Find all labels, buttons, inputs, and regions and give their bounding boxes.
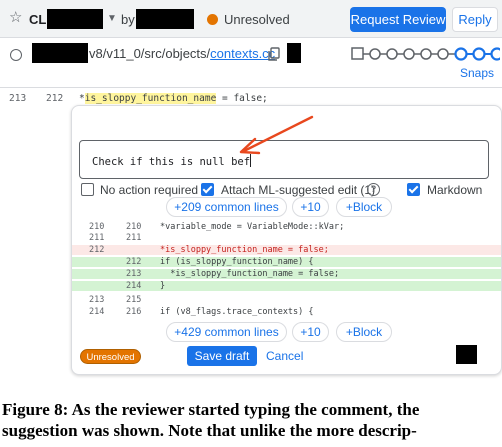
file-select-radio[interactable] [10, 49, 22, 61]
status-label: Unresolved [224, 12, 290, 27]
diff-text: } [160, 281, 166, 291]
file-path-prefix: v8/v11_0/src/objects/ [89, 46, 211, 61]
diff-line-right: 210 [126, 222, 142, 232]
cl-label: CL [29, 12, 47, 27]
no-action-checkbox[interactable] [81, 183, 94, 196]
save-draft-button[interactable]: Save draft [187, 346, 257, 366]
snaps-link[interactable]: Snaps [460, 66, 494, 80]
expand-common-lines-bottom[interactable]: +429 common lines [166, 322, 287, 342]
help-icon[interactable]: ? [367, 183, 380, 196]
markdown-label: Markdown [427, 183, 483, 197]
caption-line-1: Figure 8: As the reviewer started typing… [2, 400, 420, 419]
comment-textarea[interactable]: Check if this is null bef [79, 140, 489, 179]
diff-line-left: 214 [89, 307, 105, 317]
change-header: ☆ CL ▼ by Unresolved Request Review Repl… [0, 0, 502, 38]
diff-text: if (is_sloppy_function_name) { [160, 257, 314, 267]
copy-icon[interactable] [266, 46, 282, 62]
unresolved-badge[interactable]: Unresolved [80, 349, 141, 364]
expand-10-top[interactable]: +10 [292, 197, 329, 217]
diff-line-right: 215 [126, 295, 142, 305]
diff-line-right: 213 [126, 269, 142, 279]
file-path: v8/v11_0/src/objects/contexts.cc [89, 46, 275, 61]
diff-text: *is_sloppy_function_name = false; [160, 269, 340, 279]
patchset-selector[interactable] [350, 44, 500, 64]
redacted-owner [136, 9, 194, 29]
diff-row: 213 215 [72, 295, 501, 305]
cancel-button[interactable]: Cancel [266, 346, 306, 366]
diff-line-left: 210 [89, 222, 105, 232]
code-text: *is_sloppy_function_name = false; [79, 93, 268, 104]
diff-text: if (v8_flags.trace_contexts) { [160, 307, 314, 317]
diff-line-left: 211 [89, 233, 105, 243]
figure-caption: Figure 8: As the reviewer started typing… [2, 399, 500, 441]
expand-block-top[interactable]: +Block [336, 197, 392, 217]
redacted-path [32, 43, 88, 63]
expand-block-bottom[interactable]: +Block [336, 322, 392, 342]
reply-button[interactable]: Reply [452, 7, 498, 32]
diff-row: 210 210 *variable_mode = VariableMode::k… [72, 222, 501, 232]
diff-row-removed: 212 *is_sloppy_function_name = false; [72, 245, 501, 255]
diff-line-right: 216 [126, 307, 142, 317]
code-prefix: * [79, 93, 85, 104]
chevron-down-icon[interactable]: ▼ [107, 13, 117, 24]
redacted-avatar [456, 345, 477, 364]
diff-row-added: 214 } [72, 281, 501, 291]
diff-line-left: 213 [89, 295, 105, 305]
diff-text: *is_sloppy_function_name = false; [160, 245, 329, 255]
diff-line-right: 211 [126, 233, 142, 243]
request-review-button[interactable]: Request Review [350, 7, 446, 32]
caption-line-2: suggestion was shown. Note that unlike t… [2, 421, 417, 440]
redacted-item [287, 43, 301, 63]
diff-row: 211 211 [72, 233, 501, 243]
file-header: v8/v11_0/src/objects/contexts.cc Snaps [0, 38, 502, 88]
line-number-left: 213 [9, 93, 27, 104]
attach-suggestion-checkbox[interactable] [201, 183, 214, 196]
owner-by-label: by [121, 12, 135, 27]
comment-typed-text: Check if this is null bef [92, 154, 252, 168]
diff-line-right: 212 [126, 257, 142, 267]
no-action-label: No action required [100, 183, 199, 197]
code-suffix: = false; [216, 93, 268, 104]
diff-row-added: 212 if (is_sloppy_function_name) { [72, 257, 501, 267]
text-cursor [250, 154, 252, 167]
diff-row: 214 216 if (v8_flags.trace_contexts) { [72, 307, 501, 317]
code-highlight: is_sloppy_function_name [84, 93, 217, 104]
diff-line-right: 214 [126, 281, 142, 291]
redacted-cl-number [47, 9, 103, 29]
star-icon[interactable]: ☆ [9, 10, 22, 25]
line-number-right: 212 [46, 93, 64, 104]
diff-row-added: 213 *is_sloppy_function_name = false; [72, 269, 501, 279]
attach-suggestion-label: Attach ML-suggested edit (1) [221, 183, 376, 197]
diff-line-left: 212 [89, 245, 105, 255]
diff-text: *variable_mode = VariableMode::kVar; [160, 222, 345, 232]
markdown-checkbox[interactable] [407, 183, 420, 196]
expand-common-lines-top[interactable]: +209 common lines [166, 197, 287, 217]
unresolved-dot-icon [207, 14, 218, 25]
expand-10-bottom[interactable]: +10 [292, 322, 329, 342]
